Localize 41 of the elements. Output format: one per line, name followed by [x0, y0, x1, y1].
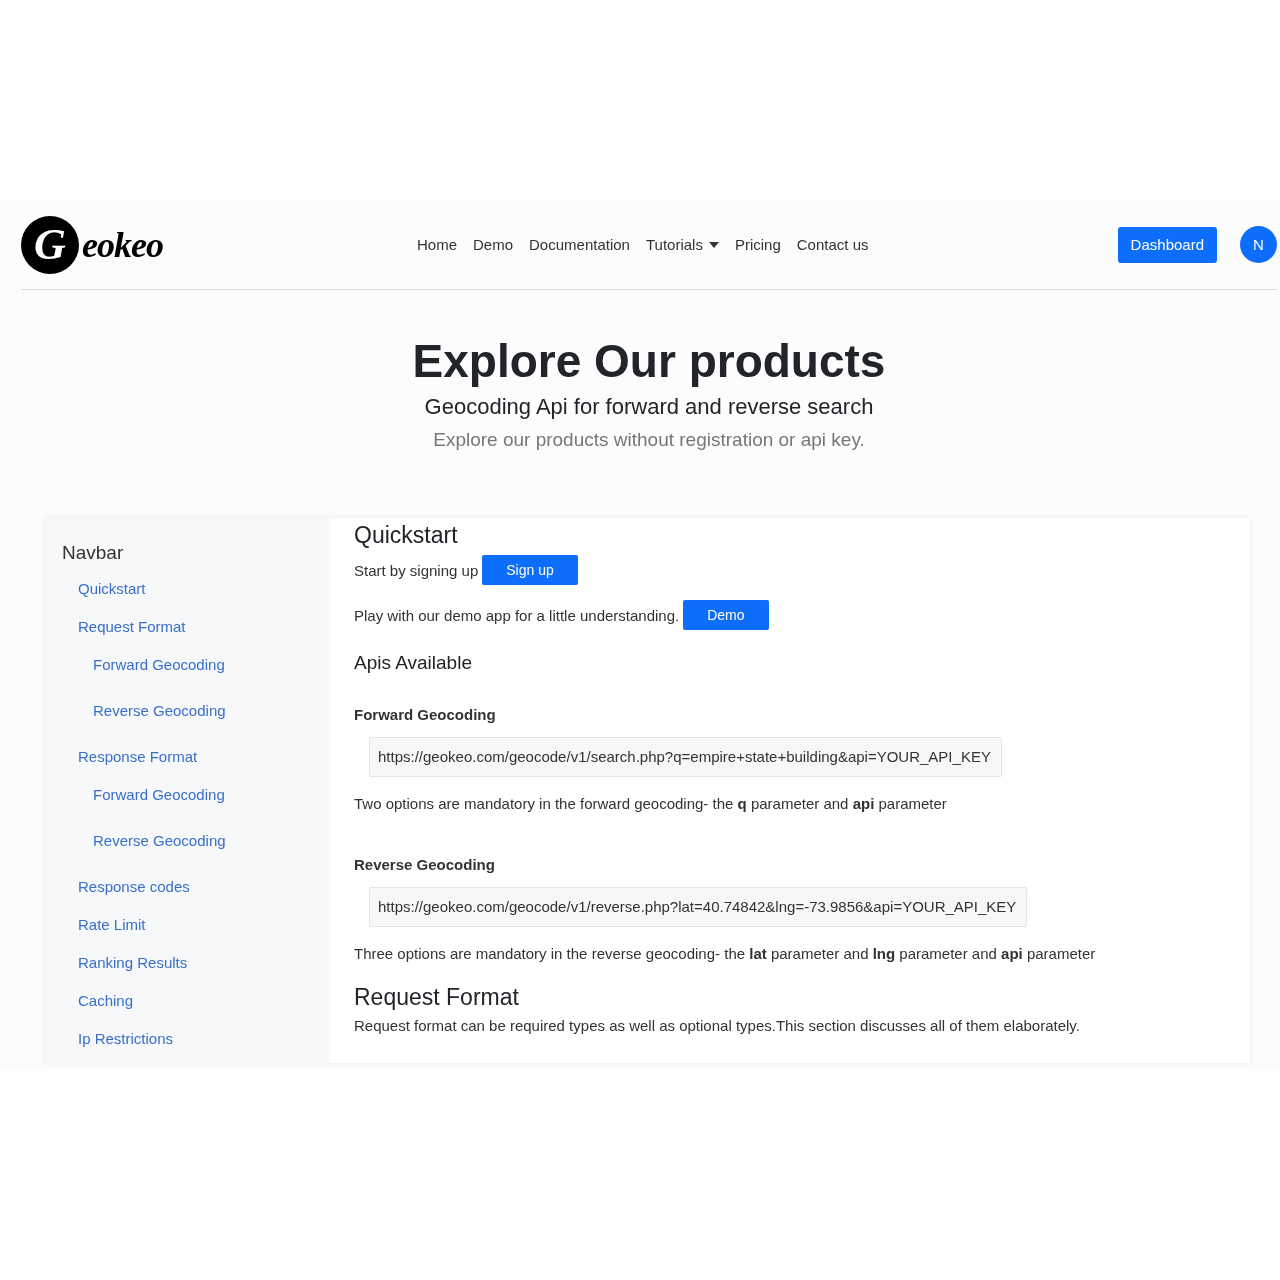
nav-link[interactable]: Home	[417, 236, 457, 253]
subsection-heading: Apis Available	[354, 652, 472, 674]
url-example: https://geokeo.com/geocode/v1/reverse.php?lat=40.74842&lng=-73.9856&api=YOUR_API_KEY	[369, 887, 1028, 927]
intro-text: Start by signing up	[354, 561, 479, 579]
dashboard-button[interactable]: Dashboard	[1117, 226, 1217, 263]
sidebar-link[interactable]: Ranking Results	[78, 954, 188, 971]
page-subtitle: Geocoding Api for forward and reverse search	[424, 394, 874, 420]
caret-icon	[708, 241, 719, 248]
api-heading: Forward Geocoding	[354, 706, 496, 723]
nav-link[interactable]: Pricing	[734, 236, 781, 253]
nav-link[interactable]: Contact us	[796, 236, 869, 253]
section-heading: Request Format	[354, 984, 519, 1011]
nav-link[interactable]: Documentation	[529, 236, 630, 253]
section-heading: Quickstart	[354, 522, 458, 549]
sidebar-link[interactable]: Response Format	[78, 748, 198, 765]
sidebar-link[interactable]: Rate Limit	[78, 916, 146, 933]
user-avatar[interactable]: N	[1240, 226, 1277, 263]
action-button[interactable]: Demo	[683, 600, 769, 630]
sidebar-link[interactable]: Forward Geocoding	[93, 786, 225, 803]
nav-link[interactable]: Demo	[473, 236, 514, 253]
action-button[interactable]: Sign up	[482, 555, 578, 585]
sidebar-link[interactable]: Quickstart	[78, 580, 146, 597]
sidebar-link[interactable]: Caching	[78, 992, 134, 1009]
paragraph: Three options are mandatory in the reverse geocoding- the lat parameter and lng parameter and api parameter	[354, 945, 1096, 962]
sidebar-link[interactable]: Reverse Geocoding	[93, 702, 226, 719]
paragraph: Two options are mandatory in the forward geocoding- the q parameter and api parameter	[354, 795, 947, 812]
paragraph: Request format can be required types as well as optional types.This section discusses all of them elaborately.	[354, 1017, 1080, 1034]
nav-dropdown[interactable]: Tutorials	[645, 236, 719, 253]
sidebar-link[interactable]: Request Format	[78, 618, 186, 635]
sidebar-link[interactable]: Reverse Geocoding	[93, 832, 226, 849]
url-example: https://geokeo.com/geocode/v1/search.php?q=empire+state+building&api=YOUR_API_KEY	[369, 737, 1002, 777]
page-title: Explore Our products	[412, 334, 886, 388]
sidebar-link[interactable]: Response codes	[78, 878, 190, 895]
api-heading: Reverse Geocoding	[354, 856, 495, 873]
intro-text: Play with our demo app for a little understanding.	[354, 606, 680, 624]
sidebar-link[interactable]: Ip Restrictions	[78, 1030, 174, 1047]
sidebar-link[interactable]: Forward Geocoding	[93, 656, 225, 673]
logo-mark: G	[21, 215, 79, 274]
sidebar-title: Navbar	[62, 542, 125, 564]
page-lead: Explore our products without registration or api key.	[433, 429, 865, 451]
logo-wordmark: eokeo	[82, 223, 163, 266]
